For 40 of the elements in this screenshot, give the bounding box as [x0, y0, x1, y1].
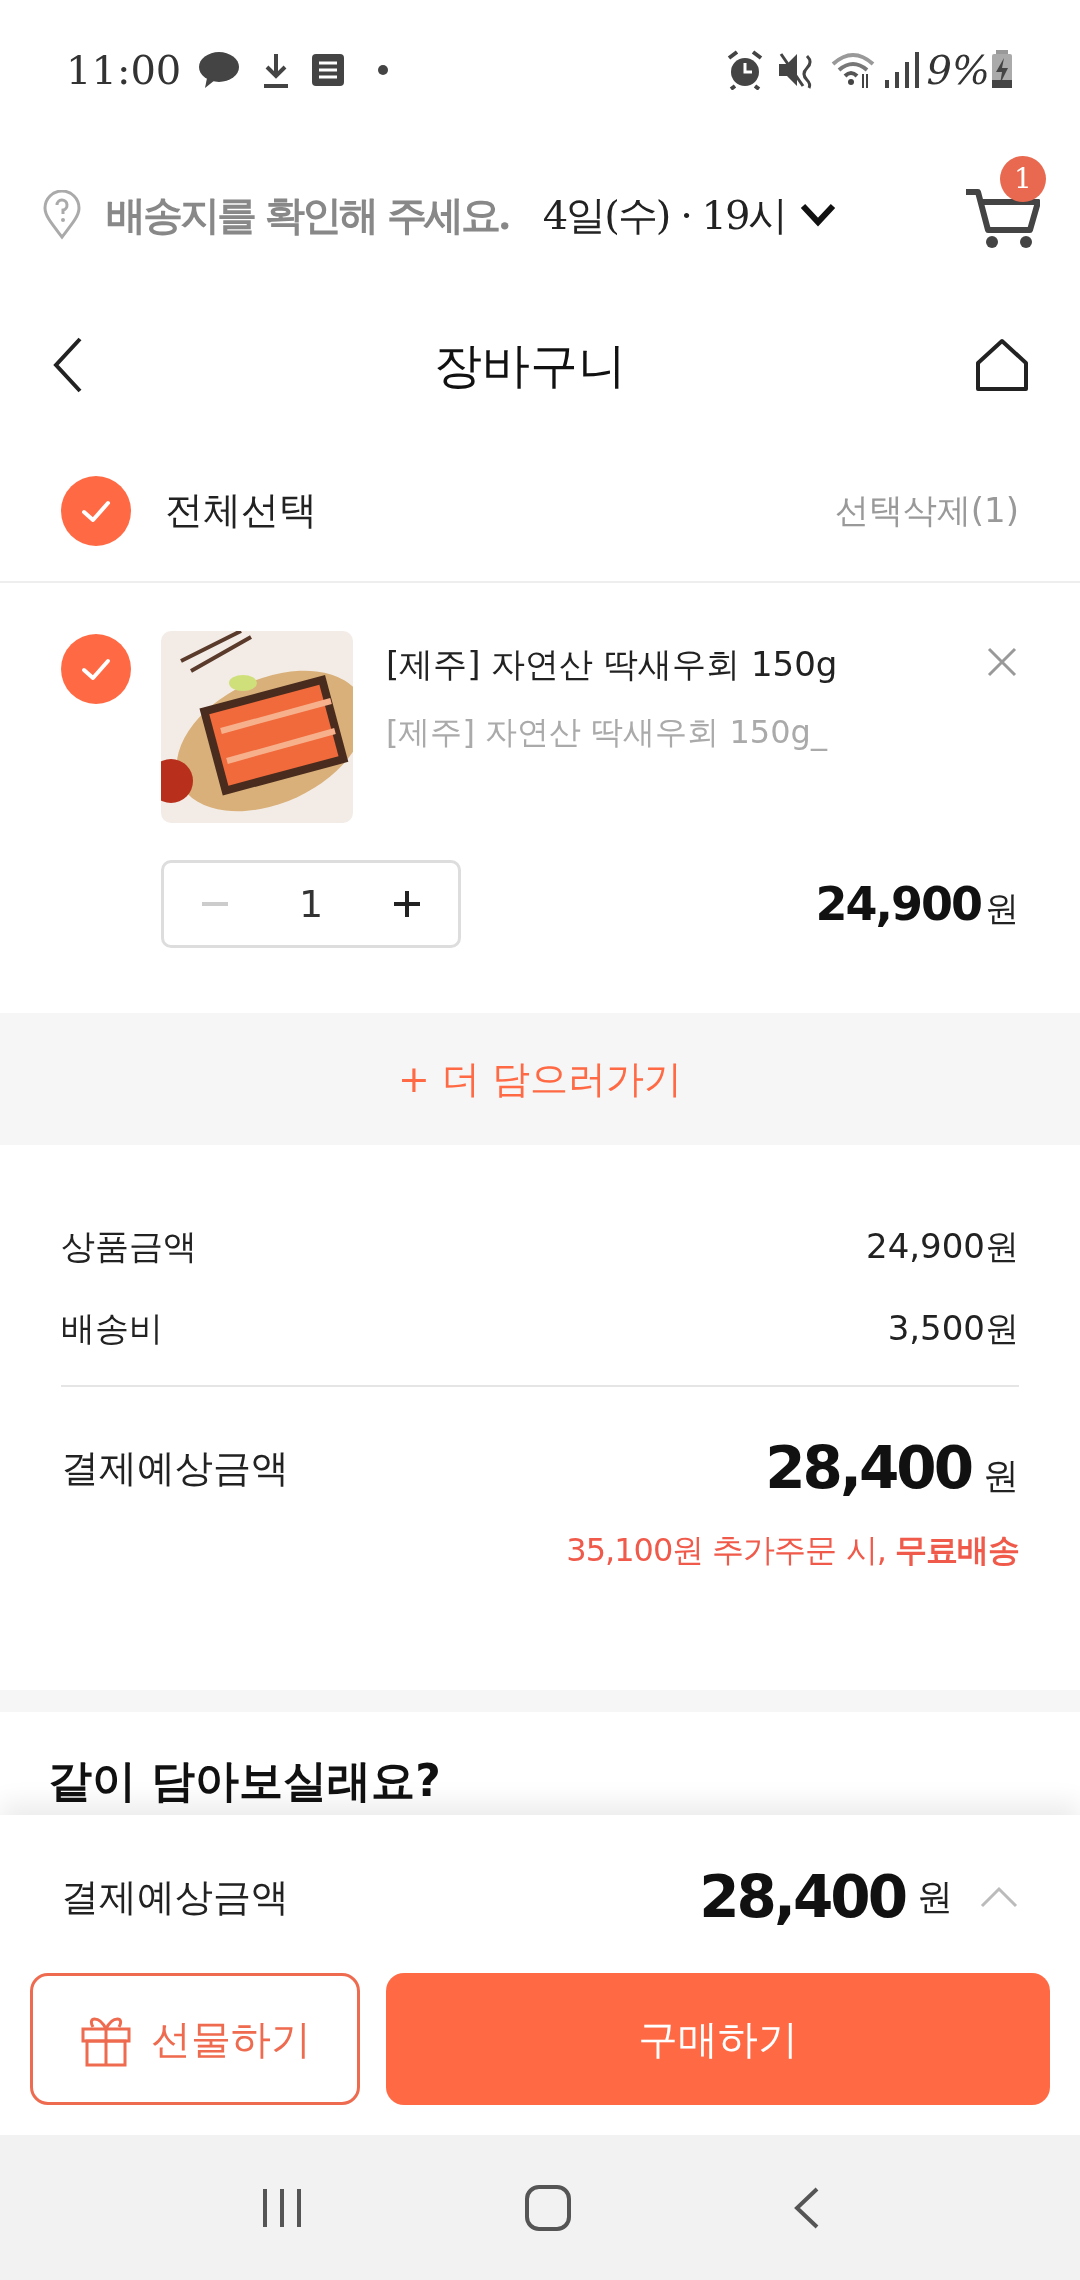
address-prompt[interactable]: 배송지를 확인해 주세요. — [106, 185, 509, 245]
home-nav-icon[interactable] — [523, 2182, 573, 2233]
product-option: [제주] 자연산 딱새우회 150g_ — [386, 708, 985, 756]
summary-value: 3,500원 — [887, 1306, 1019, 1350]
currency-unit: 원 — [983, 1454, 1019, 1498]
currency-unit: 원 — [917, 1875, 953, 1919]
status-time: 11:00 — [66, 46, 182, 95]
product-name: [제주] 자연산 딱새우회 150g — [386, 643, 839, 686]
document-icon — [311, 53, 346, 87]
delivery-time[interactable]: 4일(수) · 19시 — [542, 185, 787, 245]
total-amount: 28,400 — [699, 1861, 905, 1933]
signal-icon — [882, 50, 919, 90]
summary-label: 배송비 — [61, 1306, 163, 1350]
gift-button[interactable]: 선물하기 — [30, 1973, 360, 2105]
chat-bubble-icon — [197, 50, 242, 90]
free-shipping-note: 35,100원 추가주문 시, 무료배송 — [566, 1530, 1019, 1571]
buy-button[interactable]: 구매하기 — [386, 1973, 1050, 2105]
quantity-value: 1 — [298, 880, 324, 928]
plus-icon[interactable] — [392, 889, 422, 919]
page-title: 장바구니 — [434, 336, 626, 395]
section-title: 같이 담아보실래요? — [48, 1755, 441, 1806]
item-price: 24,900 — [815, 875, 981, 933]
total-label: 결제예상금액 — [61, 1445, 289, 1492]
quantity-stepper[interactable]: 1 — [161, 860, 461, 948]
dot-icon — [377, 64, 390, 76]
summary-label: 상품금액 — [61, 1224, 197, 1268]
select-all-label[interactable]: 전체선택 — [165, 482, 317, 539]
total-amount: 28,400 — [765, 1433, 971, 1504]
total-label: 결제예상금액 — [61, 1873, 289, 1921]
delete-selected-link[interactable]: 선택삭제(1) — [834, 485, 1019, 536]
home-icon[interactable] — [974, 337, 1030, 393]
cart-icon[interactable] — [964, 186, 1040, 250]
add-more-button[interactable]: + 더 담으러가기 — [398, 1050, 682, 1108]
battery-icon — [990, 50, 1014, 90]
battery-percent: 9% — [926, 46, 990, 95]
close-icon[interactable] — [985, 645, 1019, 679]
wifi-icon — [830, 50, 875, 90]
currency-unit: 원 — [985, 886, 1019, 930]
summary-value: 24,900원 — [866, 1224, 1019, 1268]
cart-count-badge: 1 — [1000, 156, 1046, 202]
